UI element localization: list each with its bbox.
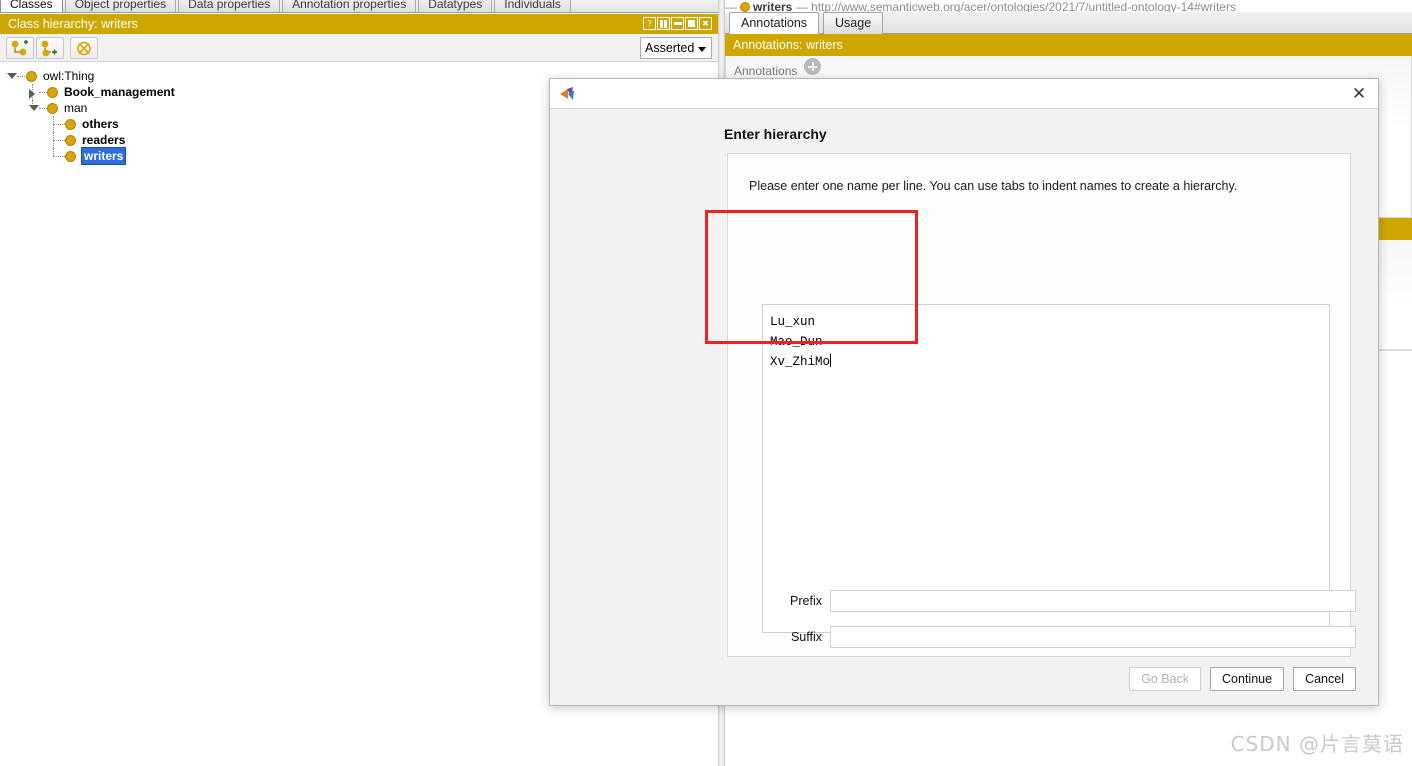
plus-circle-icon[interactable] bbox=[804, 58, 821, 75]
reasoner-view-select[interactable]: Asserted bbox=[640, 37, 712, 59]
tree-connector bbox=[53, 156, 65, 157]
tab-usage[interactable]: Usage bbox=[823, 12, 884, 34]
add-sibling-class-icon[interactable] bbox=[36, 37, 64, 59]
reasoner-view-value: Asserted bbox=[645, 41, 695, 55]
enter-hierarchy-dialog: ✕ Enter hierarchy Please enter one name … bbox=[549, 78, 1379, 706]
class-hierarchy-title: Class hierarchy: writers bbox=[8, 17, 138, 31]
tab-label: Annotation properties bbox=[292, 0, 407, 11]
entity-tab-strip: Annotations Usage bbox=[725, 12, 1412, 34]
dialog-content-panel: Please enter one name per line. You can … bbox=[727, 153, 1356, 657]
add-subclass-icon[interactable] bbox=[6, 37, 34, 59]
tab-annotations[interactable]: Annotations bbox=[729, 12, 820, 34]
class-icon bbox=[65, 119, 76, 130]
entity-iri-bar: — writers — http://www.semanticweb.org/ac… bbox=[725, 0, 1412, 12]
tab-annotation-properties[interactable]: Annotation properties bbox=[282, 0, 417, 12]
tab-label: Classes bbox=[10, 0, 53, 11]
tab-individuals[interactable]: Individuals bbox=[494, 0, 571, 12]
class-hierarchy-toolbar: Asserted bbox=[0, 34, 718, 62]
tree-node-label: man bbox=[64, 101, 88, 115]
hierarchy-names-textarea[interactable]: Lu_xun Mao_Dun Xv_ZhiMo bbox=[762, 304, 1330, 633]
expand-collapse-icon[interactable] bbox=[28, 84, 38, 100]
dialog-title-bar: ✕ bbox=[550, 79, 1378, 109]
tab-object-properties[interactable]: Object properties bbox=[64, 0, 177, 12]
suffix-label: Suffix bbox=[790, 630, 822, 644]
expand-collapse-icon[interactable] bbox=[6, 68, 17, 84]
main-tab-strip: Classes Object properties Data propertie… bbox=[0, 0, 718, 13]
class-icon bbox=[47, 87, 58, 98]
cancel-button[interactable]: Cancel bbox=[1293, 667, 1356, 691]
tree-node-label-selected: writers bbox=[80, 147, 127, 165]
textarea-line-with-caret: Xv_ZhiMo bbox=[770, 352, 1329, 372]
prefix-input[interactable] bbox=[830, 590, 1356, 612]
class-icon bbox=[47, 103, 58, 114]
tree-node-label: Book_management bbox=[64, 85, 175, 99]
tab-datatypes[interactable]: Datatypes bbox=[418, 0, 493, 12]
tab-label: Annotations bbox=[741, 16, 808, 30]
tree-node-label: readers bbox=[82, 133, 126, 147]
annotations-section-label: Annotations bbox=[734, 64, 798, 78]
tab-classes[interactable]: Classes bbox=[0, 0, 63, 12]
annotations-title-bar: Annotations: writers bbox=[725, 34, 1412, 56]
split-icon[interactable] bbox=[657, 17, 670, 30]
help-icon[interactable]: ? bbox=[643, 17, 656, 30]
panel-title-controls: ? ✖ bbox=[643, 17, 712, 30]
delete-class-icon[interactable] bbox=[70, 37, 98, 59]
protege-icon bbox=[559, 85, 577, 103]
entity-name: writers bbox=[753, 0, 793, 12]
chevron-down-icon bbox=[698, 47, 706, 52]
tab-label: Datatypes bbox=[428, 0, 483, 11]
iri-separator: — bbox=[795, 0, 808, 12]
tree-node-label: owl:Thing bbox=[43, 69, 95, 83]
application-window: Classes Object properties Data propertie… bbox=[0, 0, 1412, 766]
tree-connector bbox=[53, 124, 65, 125]
dialog-button-bar: Go Back Continue Cancel bbox=[1129, 667, 1356, 691]
dialog-instruction: Please enter one name per line. You can … bbox=[749, 179, 1238, 193]
class-icon bbox=[65, 135, 76, 146]
tree-connector bbox=[39, 108, 47, 109]
tab-label: Usage bbox=[835, 16, 872, 30]
textarea-line: Lu_xun bbox=[770, 315, 816, 329]
prefix-label: Prefix bbox=[790, 594, 822, 608]
prefix-row: Prefix bbox=[728, 590, 1356, 612]
textarea-line: Mao_Dun bbox=[770, 335, 823, 349]
tree-connector bbox=[53, 148, 54, 156]
csdn-watermark: CSDN @片言莫语 bbox=[1230, 732, 1404, 756]
go-back-button[interactable]: Go Back bbox=[1129, 667, 1202, 691]
minimize-icon[interactable] bbox=[671, 17, 684, 30]
tree-connector bbox=[53, 140, 65, 141]
expand-collapse-icon[interactable] bbox=[28, 100, 39, 116]
annotations-title: Annotations: writers bbox=[733, 38, 843, 52]
collapse-dash-icon[interactable]: — bbox=[725, 0, 737, 12]
tab-data-properties[interactable]: Data properties bbox=[178, 0, 281, 12]
tab-label: Individuals bbox=[504, 0, 561, 11]
suffix-row: Suffix bbox=[728, 626, 1356, 648]
dialog-heading: Enter hierarchy bbox=[724, 126, 827, 142]
tab-label: Object properties bbox=[74, 0, 167, 11]
entity-iri: http://www.semanticweb.org/acer/ontologi… bbox=[811, 0, 1236, 12]
close-icon[interactable]: ✖ bbox=[699, 17, 712, 30]
tab-label: Data properties bbox=[188, 0, 271, 11]
tree-node-label: others bbox=[82, 117, 119, 131]
text-caret bbox=[830, 354, 832, 367]
textarea-line-text: Xv_ZhiMo bbox=[770, 355, 831, 369]
suffix-input[interactable] bbox=[830, 626, 1356, 648]
close-icon[interactable]: ✕ bbox=[1348, 83, 1370, 105]
left-pane-status-area bbox=[0, 703, 718, 766]
tree-connector bbox=[17, 76, 25, 77]
class-icon bbox=[26, 71, 37, 82]
continue-button[interactable]: Continue bbox=[1210, 667, 1285, 691]
class-icon bbox=[65, 151, 76, 162]
class-icon bbox=[740, 2, 750, 12]
class-hierarchy-title-bar: Class hierarchy: writers ? ✖ bbox=[0, 14, 718, 34]
tree-connector bbox=[39, 92, 47, 93]
maximize-icon[interactable] bbox=[685, 17, 698, 30]
